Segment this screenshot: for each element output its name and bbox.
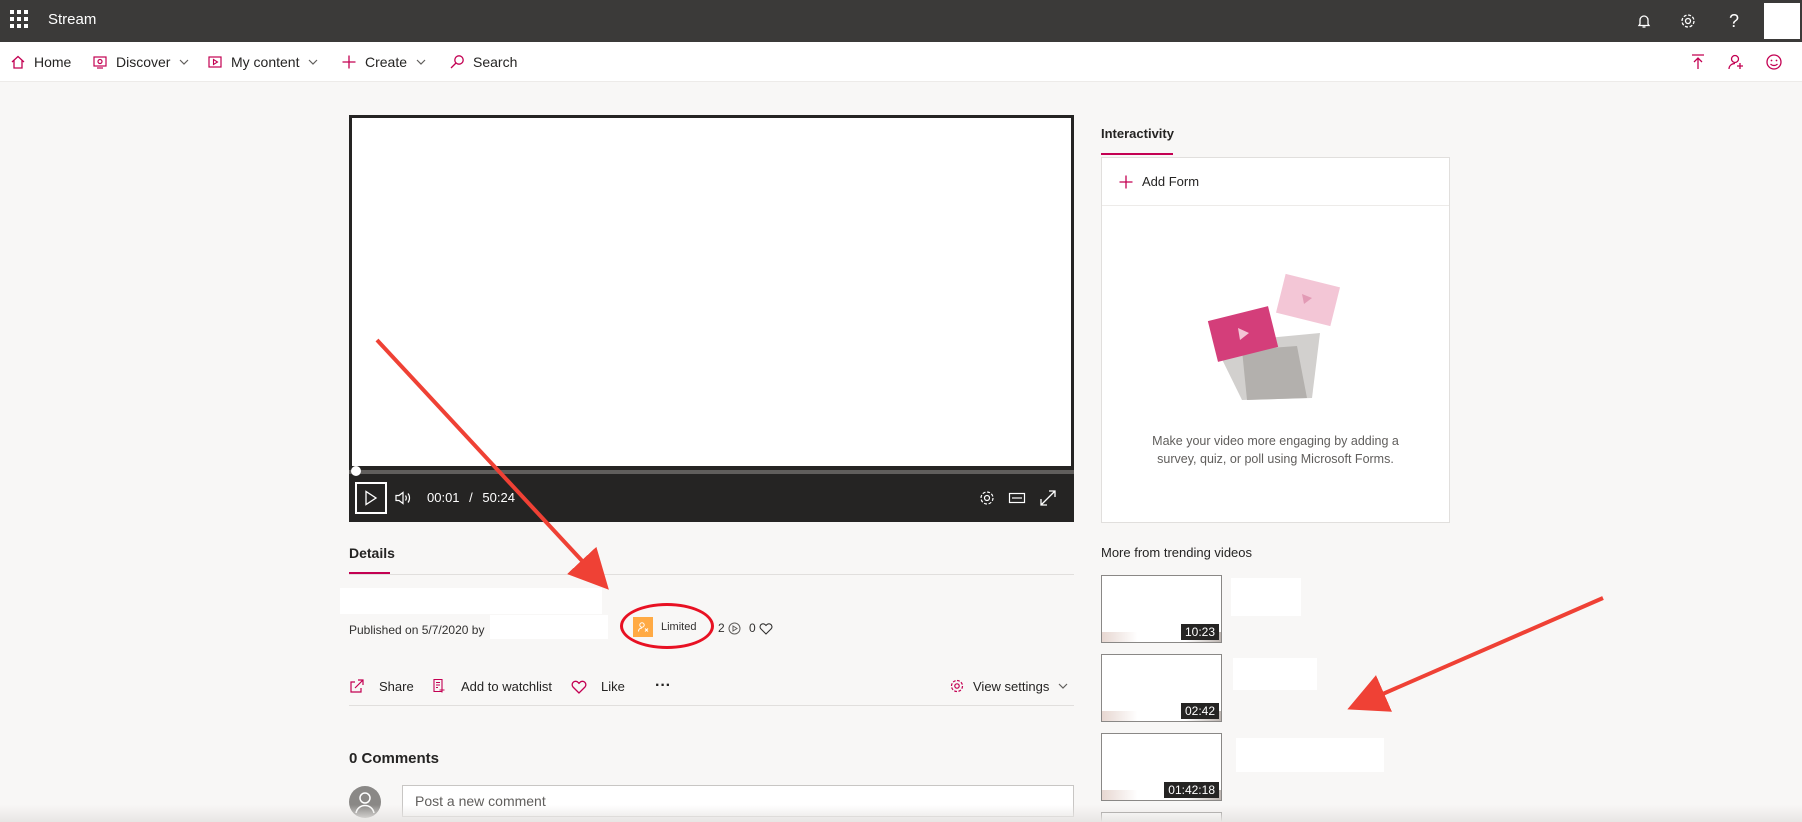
watchlist-icon — [433, 678, 445, 693]
comments-count: 0 Comments — [349, 750, 440, 767]
share-label: Share — [379, 678, 414, 694]
published-info: Published on 5/7/2020 by — [349, 623, 485, 637]
share-button[interactable]: Share — [349, 672, 414, 700]
app-launcher-icon[interactable] — [10, 10, 28, 28]
nav-home[interactable]: Home — [10, 42, 71, 82]
nav-home-label: Home — [34, 54, 72, 70]
nav-create-label: Create — [365, 54, 408, 70]
upload-icon[interactable] — [1688, 52, 1708, 72]
trending-title: More from trending videos — [1101, 545, 1253, 560]
view-count: 2 — [718, 618, 741, 638]
play-button[interactable] — [355, 482, 387, 514]
current-time: 00:01 — [427, 490, 460, 505]
volume-icon[interactable] — [392, 487, 414, 509]
view-settings-button[interactable]: View settings — [949, 672, 1069, 700]
home-icon — [11, 55, 25, 69]
details-divider — [349, 574, 1074, 575]
actions-divider — [349, 705, 1074, 706]
watchlist-label: Add to watchlist — [461, 678, 553, 694]
plus-icon — [1119, 175, 1133, 188]
trending-video-thumbnail[interactable]: 01:42:18 — [1101, 733, 1222, 801]
player-controls: 00:01 / 50:24 — [349, 466, 1074, 522]
stream-navbar: Home Discover My content Create Search — [0, 42, 1802, 82]
plus-icon — [342, 55, 356, 69]
chevron-down-icon — [180, 59, 189, 65]
tab-details[interactable]: Details — [349, 545, 395, 561]
view-settings-label: View settings — [973, 678, 1050, 694]
bottom-edge — [0, 805, 1802, 822]
like-label: Like — [601, 678, 625, 694]
trending-video-thumbnail[interactable]: 10:23 — [1101, 575, 1222, 643]
gear-icon — [950, 679, 964, 693]
views-play-icon — [728, 622, 741, 634]
video-duration: 01:42:18 — [1164, 782, 1219, 798]
video-title-redacted — [340, 588, 602, 614]
gear-icon[interactable] — [1676, 9, 1700, 33]
progress-bar[interactable] — [349, 466, 1074, 476]
nav-search[interactable]: Search — [449, 42, 517, 82]
fullscreen-icon[interactable] — [1037, 487, 1059, 509]
trending-video-title-redacted[interactable] — [1236, 738, 1384, 772]
progress-knob[interactable] — [351, 466, 361, 476]
trending-video-title-redacted[interactable] — [1231, 578, 1301, 616]
more-actions-button[interactable]: ··· — [655, 672, 671, 700]
play-icon — [365, 490, 378, 506]
heart-icon — [759, 622, 773, 635]
tab-interactivity[interactable]: Interactivity — [1101, 126, 1174, 141]
trending-video-title-redacted[interactable] — [1233, 658, 1317, 690]
annotation-arrow-right — [1347, 596, 1604, 712]
author-redacted[interactable] — [490, 615, 608, 639]
time-separator: / — [469, 490, 473, 505]
nav-discover-label: Discover — [116, 54, 171, 70]
video-actions: Share Add to watchlist Like ··· View set… — [349, 672, 1074, 700]
nav-discover[interactable]: Discover — [92, 42, 190, 82]
interactivity-panel: Add Form Make your video more engaging b… — [1101, 157, 1450, 523]
nav-my-content[interactable]: My content — [207, 42, 319, 82]
duration: 50:24 — [482, 490, 515, 505]
nav-search-label: Search — [473, 54, 518, 70]
feedback-smiley-icon[interactable] — [1764, 52, 1784, 72]
trending-video-thumbnail[interactable]: 02:42 — [1101, 654, 1222, 722]
forms-illustration-icon — [1207, 273, 1341, 400]
search-icon — [450, 55, 464, 69]
chevron-down-icon — [416, 59, 426, 65]
video-duration: 10:23 — [1180, 624, 1219, 640]
like-button[interactable]: Like — [571, 672, 625, 700]
share-icon — [350, 679, 364, 693]
interactivity-description: Make your video more engaging by adding … — [1152, 434, 1399, 466]
tab-interactivity-underline — [1101, 153, 1173, 155]
view-count-value: 2 — [718, 621, 725, 635]
add-person-icon[interactable] — [1726, 52, 1746, 72]
like-count: 0 — [749, 618, 773, 638]
bell-icon[interactable] — [1632, 9, 1656, 33]
time-display: 00:01 / 50:24 — [427, 490, 515, 505]
app-name[interactable]: Stream — [48, 11, 96, 28]
add-to-watchlist-button[interactable]: Add to watchlist — [431, 672, 552, 700]
video-icon — [208, 56, 222, 68]
chevron-down-icon — [1058, 683, 1068, 689]
chevron-down-icon — [309, 59, 318, 65]
settings-gear-icon[interactable] — [976, 487, 998, 509]
video-player[interactable] — [349, 115, 1074, 522]
nav-create[interactable]: Create — [341, 42, 427, 82]
annotation-circle — [620, 603, 714, 649]
add-form-label: Add Form — [1142, 174, 1200, 189]
nav-my-content-label: My content — [231, 54, 300, 70]
heart-icon — [571, 680, 587, 694]
account-avatar[interactable] — [1764, 3, 1800, 39]
theater-mode-icon[interactable] — [1006, 487, 1028, 509]
discover-icon — [93, 56, 107, 69]
help-icon[interactable]: ? — [1722, 9, 1746, 33]
video-duration: 02:42 — [1180, 703, 1219, 719]
suite-header: Stream ? — [0, 0, 1802, 42]
add-form-button[interactable]: Add Form — [1102, 158, 1449, 206]
like-count-value: 0 — [749, 621, 756, 635]
